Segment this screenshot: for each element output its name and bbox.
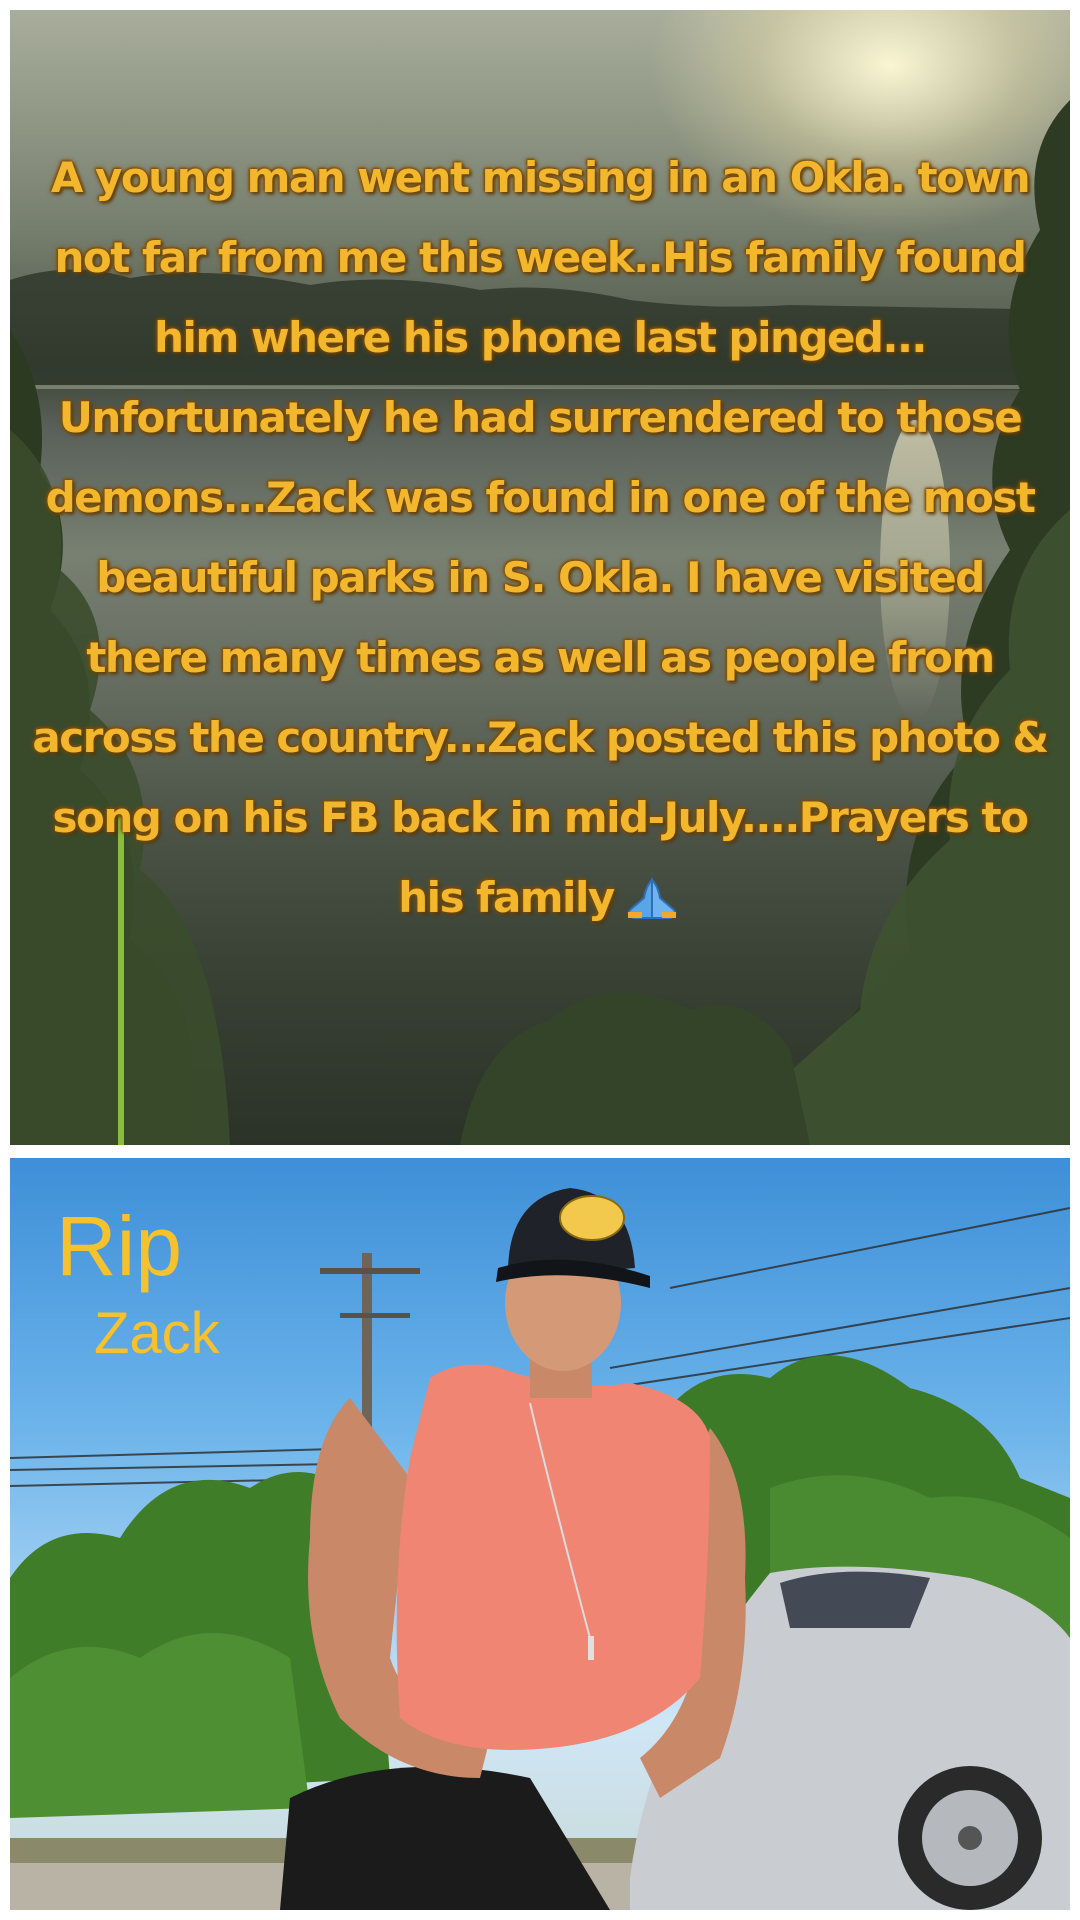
memorial-portrait-photo: Rip Zack xyxy=(10,1158,1070,1910)
lake-sunset-photo: A young man went missing in an Okla. tow… xyxy=(10,10,1070,1145)
post-caption: A young man went missing in an Okla. tow… xyxy=(30,138,1050,946)
caption-text: A young man went missing in an Okla. tow… xyxy=(32,153,1049,922)
praying-hands-icon xyxy=(622,866,682,946)
name-overlay-text: Zack xyxy=(94,1301,220,1366)
rip-overlay-text: Rip xyxy=(56,1199,183,1293)
